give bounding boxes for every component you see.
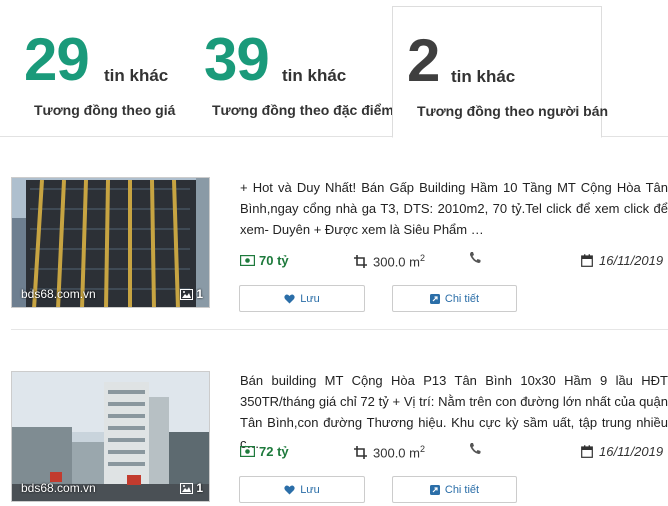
thumbnail-source: bds68.com.vn	[21, 287, 96, 301]
external-link-icon	[429, 484, 440, 495]
detail-button[interactable]: Chi tiết	[392, 285, 517, 312]
heart-icon	[284, 485, 295, 494]
tab-similar-features[interactable]: 39 tin khác Tương đồng theo đặc điểm	[204, 6, 394, 137]
listing-price: 70 tỷ	[240, 253, 289, 268]
photo-count-value: 1	[196, 481, 203, 495]
calendar-icon	[581, 445, 593, 458]
listing-date: 16/11/2019	[581, 253, 663, 268]
similar-listings-tabs: 29 tin khác Tương đồng theo giá 39 tin k…	[0, 0, 668, 138]
money-icon	[240, 446, 255, 457]
area-unit-sup: 2	[419, 444, 425, 454]
tab-label: Tương đồng theo đặc điểm	[212, 102, 394, 118]
tab-label: Tương đồng theo người bán	[417, 103, 609, 119]
phone-icon[interactable]	[469, 251, 481, 267]
tab-count: 39	[204, 26, 270, 93]
listing-item: bds68.com.vn 1 + Hot và Duy Nhất! Bán Gấ…	[0, 177, 668, 317]
tab-similar-price[interactable]: 29 tin khác Tương đồng theo giá	[24, 6, 184, 137]
tab-more-text: tin khác	[451, 67, 516, 86]
crop-icon	[354, 445, 367, 459]
photo-count: 1	[180, 481, 203, 495]
photo-count-value: 1	[196, 287, 203, 301]
thumbnail-source: bds68.com.vn	[21, 481, 96, 495]
save-label: Lưu	[300, 483, 320, 496]
crop-icon	[354, 254, 367, 268]
save-button[interactable]: Lưu	[239, 285, 365, 312]
detail-button[interactable]: Chi tiết	[392, 476, 517, 503]
save-label: Lưu	[300, 292, 320, 305]
listing-thumbnail[interactable]: bds68.com.vn 1	[11, 177, 210, 308]
listing-divider	[11, 329, 668, 330]
listing-area: 300.0 m2	[354, 444, 425, 460]
tab-count: 29	[24, 26, 90, 93]
external-link-icon	[429, 293, 440, 304]
save-button[interactable]: Lưu	[239, 476, 365, 503]
listing-item: bds68.com.vn 1 Bán building MT Cộng Hòa …	[0, 368, 668, 506]
detail-label: Chi tiết	[444, 483, 480, 496]
price-value: 72 tỷ	[259, 444, 289, 459]
date-value: 16/11/2019	[599, 444, 664, 459]
image-icon	[180, 288, 194, 300]
listing-description[interactable]: Bán building MT Cộng Hòa P13 Tân Bình 10…	[240, 370, 668, 454]
listing-thumbnail[interactable]: bds68.com.vn 1	[11, 371, 210, 502]
tab-similar-seller[interactable]: 2 tin khác Tương đồng theo người bán	[392, 6, 608, 138]
listing-meta: 70 tỷ 300.0 m2 16/11/2019	[240, 251, 668, 273]
listing-price: 72 tỷ	[240, 444, 289, 459]
tab-more-text: tin khác	[104, 66, 169, 85]
area-number: 300.0 m	[373, 445, 420, 461]
heart-icon	[284, 294, 295, 303]
tab-label: Tương đồng theo giá	[34, 102, 176, 118]
listing-area: 300.0 m2	[354, 253, 425, 269]
date-value: 16/11/2019	[599, 253, 664, 268]
listing-meta: 72 tỷ 300.0 m2 16/11/2019	[240, 442, 668, 464]
area-unit-sup: 2	[419, 253, 425, 263]
tab-more-text: tin khác	[282, 66, 347, 85]
area-number: 300.0 m	[373, 254, 420, 270]
detail-label: Chi tiết	[444, 292, 480, 305]
money-icon	[240, 255, 255, 266]
calendar-icon	[581, 254, 593, 267]
price-value: 70 tỷ	[259, 253, 289, 268]
photo-count: 1	[180, 287, 203, 301]
area-value: 300.0 m2	[373, 444, 425, 460]
area-value: 300.0 m2	[373, 253, 425, 269]
phone-icon[interactable]	[469, 442, 481, 458]
tab-count: 2	[407, 27, 440, 94]
image-icon	[180, 482, 194, 494]
listing-date: 16/11/2019	[581, 444, 663, 459]
listing-description[interactable]: + Hot và Duy Nhất! Bán Gấp Building Hầm …	[240, 177, 668, 240]
